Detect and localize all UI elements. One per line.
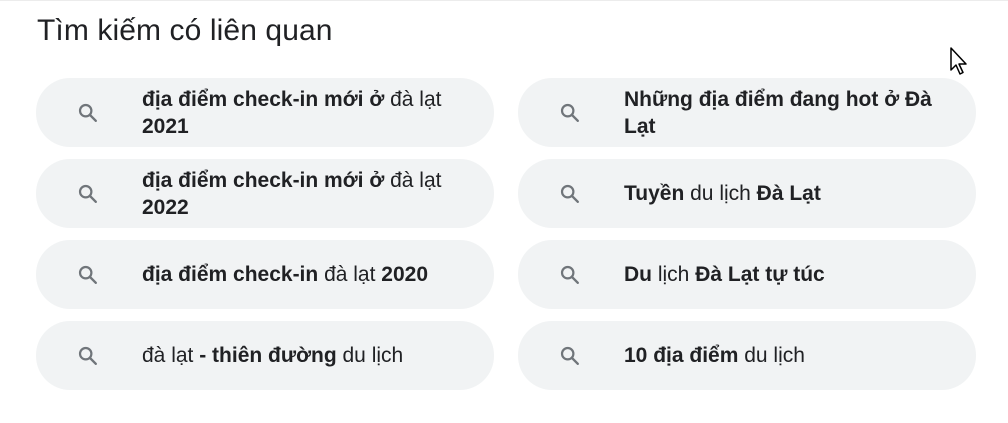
label-bold-segment: 2021 (142, 114, 189, 138)
label-segment: lịch (652, 263, 696, 286)
label-bold-segment: 2022 (142, 195, 189, 219)
related-searches-title: Tìm kiếm có liên quan (37, 14, 333, 47)
label-bold-segment: Tuyền (624, 182, 685, 205)
related-search-chip[interactable]: Du lịch Đà Lạt tự túc (518, 240, 976, 309)
label-bold-segment: địa điểm check-in mới ở (142, 168, 385, 192)
label-segment: đà lạt (318, 263, 382, 286)
mouse-pointer-icon (950, 47, 967, 75)
related-search-chip[interactable]: đà lạt - thiên đường du lịch (36, 321, 494, 390)
related-search-chip[interactable]: 10 địa điểm du lịch (518, 321, 976, 390)
search-icon (76, 182, 100, 206)
related-search-label: địa điểm check-in mới ở đà lạt 2022 (142, 167, 454, 221)
label-bold-segment: - thiên đường (199, 344, 337, 367)
related-search-label: địa điểm check-in đà lạt 2020 (142, 261, 428, 288)
related-search-chip[interactable]: địa điểm check-in đà lạt 2020 (36, 240, 494, 309)
related-search-chip[interactable]: Những địa điểm đang hot ở Đà Lạt (518, 78, 976, 147)
search-icon (558, 182, 582, 206)
label-bold-segment: Những địa điểm đang hot ở Đà Lạt (624, 87, 932, 138)
label-bold-segment: Đà Lạt (756, 182, 821, 205)
search-icon (558, 101, 582, 125)
related-search-label: Những địa điểm đang hot ở Đà Lạt (624, 86, 936, 140)
search-icon (558, 344, 582, 368)
related-searches-grid: địa điểm check-in mới ở đà lạt 2021 Những… (36, 78, 976, 390)
search-icon (76, 344, 100, 368)
related-search-chip[interactable]: địa điểm check-in mới ở đà lạt 2022 (36, 159, 494, 228)
label-bold-segment: Đà Lạt tự túc (695, 263, 825, 286)
label-bold-segment: 2020 (381, 263, 428, 286)
search-icon (76, 101, 100, 125)
label-segment: du lịch (336, 344, 404, 367)
label-segment: đà lạt (142, 344, 200, 367)
label-segment: du lịch (738, 344, 805, 367)
label-bold-segment: Du (624, 263, 652, 286)
related-search-label: 10 địa điểm du lịch (624, 342, 805, 369)
label-segment: du lịch (684, 182, 757, 205)
related-search-chip[interactable]: địa điểm check-in mới ở đà lạt 2021 (36, 78, 494, 147)
related-search-chip[interactable]: Tuyền du lịch Đà Lạt (518, 159, 976, 228)
related-search-label: địa điểm check-in mới ở đà lạt 2021 (142, 86, 454, 140)
label-segment: đà lạt (384, 168, 442, 192)
label-bold-segment: địa điểm check-in (142, 263, 319, 286)
label-bold-segment: địa điểm check-in mới ở (142, 87, 385, 111)
search-icon (76, 263, 100, 287)
label-bold-segment: 10 địa điểm (624, 344, 739, 367)
label-segment: đà lạt (384, 87, 442, 111)
related-search-label: Tuyền du lịch Đà Lạt (624, 180, 821, 207)
related-search-label: đà lạt - thiên đường du lịch (142, 342, 403, 369)
related-search-label: Du lịch Đà Lạt tự túc (624, 261, 825, 288)
top-divider (0, 0, 1008, 1)
search-icon (558, 263, 582, 287)
